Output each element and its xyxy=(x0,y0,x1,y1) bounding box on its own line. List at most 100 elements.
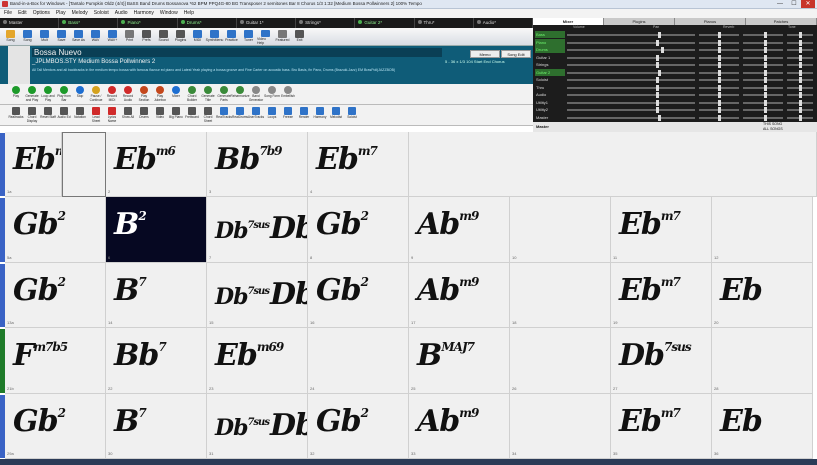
chord-cell[interactable]: 18 xyxy=(510,262,611,329)
channel-rev-thumb[interactable] xyxy=(764,39,767,46)
chord-symbol[interactable]: Gb2 xyxy=(316,207,369,242)
embellish-button[interactable]: Embellish xyxy=(280,84,296,104)
channel-vol-slider[interactable] xyxy=(567,64,695,66)
chord-cell[interactable]: 33 Abm9 xyxy=(409,393,510,459)
song-title[interactable]: Bossa Nuevo xyxy=(32,48,442,57)
key-tempo-box[interactable] xyxy=(8,46,30,84)
play-jukebox-button[interactable]: Play Jukebox xyxy=(152,84,168,104)
channel-tone-thumb[interactable] xyxy=(799,39,802,46)
channel-vol-slider[interactable] xyxy=(567,101,695,104)
channel-rev-thumb[interactable] xyxy=(764,114,767,121)
channel-rev-slider[interactable] xyxy=(743,101,783,104)
chord-symbol[interactable]: Ebm xyxy=(13,142,61,177)
render-button[interactable]: Render xyxy=(296,105,312,125)
chord-symbol[interactable]: Ebm6 xyxy=(114,142,176,177)
song-form-button[interactable]: Song Form xyxy=(264,84,280,104)
toolbar-song-button[interactable]: Song xyxy=(2,28,19,45)
pause-continue-button[interactable]: Pause / Continue xyxy=(88,84,104,104)
track-strings[interactable]: Strings* xyxy=(296,18,356,28)
play-button[interactable]: Play xyxy=(8,84,24,104)
channel-rev-thumb[interactable] xyxy=(764,84,767,91)
channel-tone-thumb[interactable] xyxy=(799,62,802,68)
this-song-label[interactable]: THIS SONG xyxy=(763,122,782,126)
channel-vol-slider[interactable] xyxy=(567,109,695,111)
toolbar-tuner-button[interactable]: Tuner xyxy=(240,28,257,45)
channel-vol-thumb[interactable] xyxy=(655,54,659,61)
record-midi-button[interactable]: Record MIDI xyxy=(104,84,120,104)
channel-rev-slider[interactable] xyxy=(743,64,783,66)
toolbar-print-button[interactable]: Print xyxy=(121,28,138,45)
channel-pan-thumb[interactable] xyxy=(718,99,721,106)
style-name[interactable]: _JPLMBOS.STY Medium Bossa Pollwinners 2 xyxy=(32,59,155,65)
track-guitar-1[interactable]: Guitar 1* xyxy=(237,18,297,28)
chord-cell[interactable]: 25 BMAJ7 xyxy=(409,328,510,394)
chord-cell[interactable]: 15 Db7susDb7 xyxy=(207,262,308,329)
menu-options[interactable]: Options xyxy=(33,9,50,18)
usertracks-button[interactable]: UserTracks xyxy=(248,105,264,125)
toolbar-synthmenu-button[interactable]: SynthMenu xyxy=(206,28,223,45)
channel-pan-thumb[interactable] xyxy=(718,114,721,121)
channel-rev-thumb[interactable] xyxy=(764,62,767,68)
channel-tone-thumb[interactable] xyxy=(799,32,802,38)
channel-pan-thumb[interactable] xyxy=(718,47,721,53)
chord-cell[interactable]: 31 Db7susDb7 xyxy=(207,393,308,459)
menu-help[interactable]: Help xyxy=(184,9,194,18)
chord-cell[interactable]: 1a Ebm xyxy=(5,132,62,198)
chord-cell[interactable]: 24 xyxy=(308,328,409,394)
memo-button[interactable]: Memo xyxy=(470,50,500,58)
channel-rev-thumb[interactable] xyxy=(764,92,767,98)
notation-button[interactable]: Notation xyxy=(72,105,88,125)
chord-cell[interactable] xyxy=(62,132,106,198)
toolbar-practice-button[interactable]: Practice xyxy=(223,28,240,45)
channel-tone-thumb[interactable] xyxy=(799,99,802,106)
channel-vol-thumb[interactable] xyxy=(655,84,659,91)
track-drums[interactable]: Drums* xyxy=(178,18,237,28)
chord-symbol[interactable]: Ebm69 xyxy=(215,338,284,373)
chord-cell[interactable]: 13a Gb2 xyxy=(5,262,106,329)
chord-symbol[interactable]: Db7susDb7 xyxy=(215,211,307,246)
chord-cell[interactable]: 20 Eb xyxy=(712,262,813,329)
track-piano[interactable]: Piano* xyxy=(118,18,178,28)
channel-name[interactable]: Thru xyxy=(535,84,565,91)
channel-rev-thumb[interactable] xyxy=(764,107,767,113)
realdrums-button[interactable]: RealDrums xyxy=(232,105,248,125)
channel-pan-thumb[interactable] xyxy=(718,69,721,76)
channel-name[interactable]: Drums xyxy=(535,46,565,53)
chord-cell[interactable]: 2 Ebm6 xyxy=(106,132,207,198)
channel-name[interactable]: Utility2 xyxy=(535,106,565,113)
chord-symbol[interactable]: Abm9 xyxy=(417,404,479,439)
channel-rev-slider[interactable] xyxy=(743,79,783,81)
toolbar-wav-button[interactable]: WAV+ xyxy=(104,28,121,45)
chord-symbol[interactable]: Gb2 xyxy=(316,404,369,439)
big-piano-button[interactable]: Big Piano xyxy=(168,105,184,125)
channel-rev-slider[interactable] xyxy=(743,34,783,36)
chord-cell[interactable]: 22 Bb7 xyxy=(106,328,207,394)
channel-vol-thumb[interactable] xyxy=(655,39,659,46)
chord-sheet-button[interactable]: Chord Sheet xyxy=(200,105,216,125)
menu-window[interactable]: Window xyxy=(160,9,178,18)
channel-name[interactable]: Utility1 xyxy=(535,99,565,106)
channel-pan-thumb[interactable] xyxy=(718,107,721,113)
channel-vol-slider[interactable] xyxy=(567,34,695,36)
mixer-tab-plugins[interactable]: Plugins xyxy=(604,18,675,25)
chord-symbol[interactable]: Eb xyxy=(720,404,763,439)
channel-vol-thumb[interactable] xyxy=(658,69,662,76)
chord-cell[interactable]: 30 B7 xyxy=(106,393,207,459)
chord-symbol[interactable]: Abm9 xyxy=(417,273,479,308)
chord-symbol[interactable]: Db7susDb7 xyxy=(215,277,307,312)
record-audio-button[interactable]: Record Audio xyxy=(120,84,136,104)
harmony-button[interactable]: Harmony xyxy=(312,105,328,125)
chord-builder-button[interactable]: Chord Builder xyxy=(184,84,200,104)
channel-pan-thumb[interactable] xyxy=(718,92,721,98)
channel-rev-thumb[interactable] xyxy=(764,54,767,61)
close-button[interactable]: ✕ xyxy=(801,0,815,8)
channel-name[interactable]: Guitar 2 xyxy=(535,68,565,76)
chord-symbol[interactable]: B7 xyxy=(114,273,147,308)
channel-vol-slider[interactable] xyxy=(567,56,695,59)
channel-tone-thumb[interactable] xyxy=(799,47,802,53)
channel-name[interactable]: Piano xyxy=(535,38,565,46)
menu-audio[interactable]: Audio xyxy=(115,9,128,18)
chord-symbol[interactable]: B2 xyxy=(114,207,147,242)
channel-rev-slider[interactable] xyxy=(743,41,783,44)
chord-cell[interactable]: 3 Bb7b9 xyxy=(207,132,308,198)
